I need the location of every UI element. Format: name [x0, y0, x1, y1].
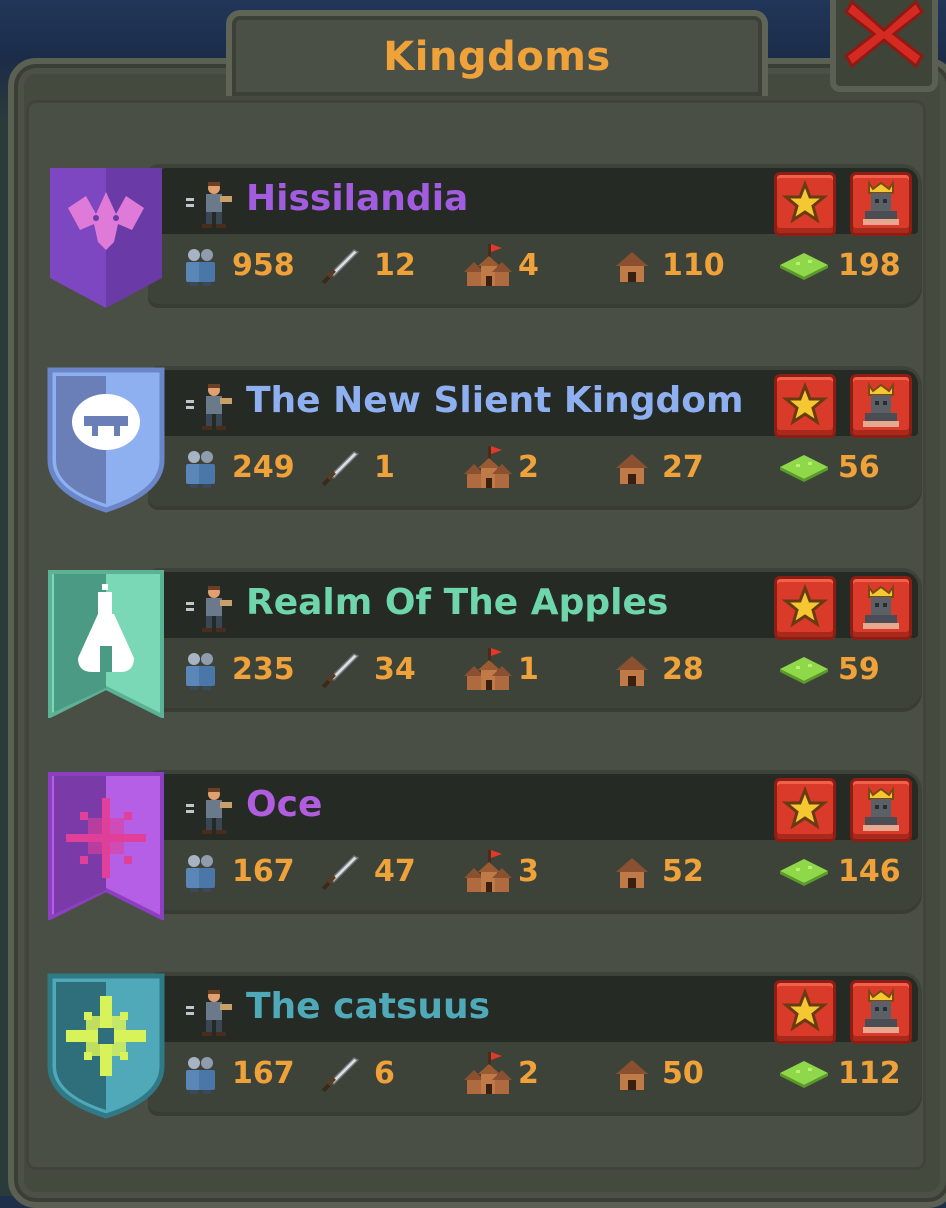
star-icon — [781, 381, 829, 426]
cities-value: 1 — [518, 652, 539, 687]
leader-figure-icon — [186, 788, 232, 834]
population-value: 958 — [232, 248, 295, 283]
kingdom-card[interactable]: Oce 167 47 3 52 146 — [48, 770, 922, 922]
kingdom-banner-icon[interactable] — [44, 562, 168, 720]
cities-value: 2 — [518, 450, 539, 485]
king-portrait-icon — [863, 179, 899, 225]
cities-value: 3 — [518, 854, 539, 889]
sword-icon — [321, 451, 360, 487]
favorite-button[interactable] — [774, 172, 836, 236]
houses-value: 28 — [662, 652, 704, 687]
king-button[interactable] — [850, 980, 912, 1044]
territory-value: 198 — [838, 248, 901, 283]
grass-tile-icon — [780, 657, 828, 684]
kingdom-card[interactable]: The New Slient Kingdom 249 1 2 27 56 — [47, 366, 922, 514]
territory-value: 112 — [838, 1056, 901, 1091]
window-title: Kingdoms — [383, 34, 611, 80]
kingdom-name[interactable]: The New Slient Kingdom — [246, 380, 744, 421]
kingdom-name[interactable]: Oce — [246, 784, 322, 825]
favorite-button[interactable] — [774, 778, 836, 842]
king-portrait-icon — [863, 785, 899, 831]
leader-figure-icon — [186, 384, 232, 430]
sword-icon — [321, 249, 360, 285]
king-button[interactable] — [850, 374, 912, 438]
army-value: 6 — [374, 1056, 395, 1091]
city-flag-icon — [464, 648, 512, 690]
king-portrait-icon — [863, 987, 899, 1033]
people-icon — [186, 653, 215, 690]
grass-tile-icon — [780, 859, 828, 886]
kingdom-banner-icon[interactable] — [44, 360, 168, 516]
kingdom-card[interactable]: Realm Of The Apples 235 34 1 28 59 — [48, 568, 922, 720]
leader-figure-icon — [186, 182, 232, 228]
king-portrait-icon — [863, 381, 899, 427]
star-icon — [781, 987, 829, 1032]
city-flag-icon — [464, 1052, 512, 1094]
grass-tile-icon — [780, 253, 828, 280]
kingdom-card[interactable]: Hissilandia 958 12 4 110 198 — [48, 164, 922, 312]
kingdom-name[interactable]: The catsuus — [246, 986, 490, 1027]
population-value: 235 — [232, 652, 295, 687]
kingdom-banner-icon[interactable] — [44, 764, 168, 922]
territory-value: 56 — [838, 450, 880, 485]
houses-value: 27 — [662, 450, 704, 485]
people-icon — [186, 249, 215, 286]
houses-value: 50 — [662, 1056, 704, 1091]
king-button[interactable] — [850, 172, 912, 236]
people-icon — [186, 855, 215, 892]
city-flag-icon — [464, 446, 512, 488]
sword-icon — [321, 1057, 360, 1093]
people-icon — [186, 1057, 215, 1094]
city-flag-icon — [464, 850, 512, 892]
king-portrait-icon — [863, 583, 899, 629]
window-title-tab: Kingdoms — [226, 10, 768, 96]
population-value: 249 — [232, 450, 295, 485]
kingdom-name[interactable]: Realm Of The Apples — [246, 582, 668, 623]
house-icon — [616, 252, 648, 282]
favorite-button[interactable] — [774, 576, 836, 640]
army-value: 47 — [374, 854, 416, 889]
territory-value: 146 — [838, 854, 901, 889]
grass-tile-icon — [780, 455, 828, 482]
favorite-button[interactable] — [774, 980, 836, 1044]
king-button[interactable] — [850, 778, 912, 842]
close-button[interactable] — [830, 0, 938, 92]
houses-value: 110 — [662, 248, 725, 283]
kingdom-name[interactable]: Hissilandia — [246, 178, 468, 219]
city-flag-icon — [464, 244, 512, 286]
cities-value: 4 — [518, 248, 539, 283]
kingdom-banner-icon[interactable] — [44, 158, 168, 314]
people-icon — [186, 451, 215, 488]
house-icon — [616, 1060, 648, 1090]
sword-icon — [321, 855, 360, 891]
kingdom-card[interactable]: The catsuus 167 6 2 50 112 — [47, 972, 922, 1120]
population-value: 167 — [232, 854, 295, 889]
population-value: 167 — [232, 1056, 295, 1091]
cities-value: 2 — [518, 1056, 539, 1091]
star-icon — [781, 785, 829, 830]
favorite-button[interactable] — [774, 374, 836, 438]
army-value: 34 — [374, 652, 416, 687]
territory-value: 59 — [838, 652, 880, 687]
leader-figure-icon — [186, 990, 232, 1036]
houses-value: 52 — [662, 854, 704, 889]
star-icon — [781, 583, 829, 628]
army-value: 1 — [374, 450, 395, 485]
army-value: 12 — [374, 248, 416, 283]
grass-tile-icon — [780, 1061, 828, 1088]
leader-figure-icon — [186, 586, 232, 632]
house-icon — [616, 656, 648, 686]
king-button[interactable] — [850, 576, 912, 640]
house-icon — [616, 454, 648, 484]
close-x-icon — [844, 0, 924, 69]
house-icon — [616, 858, 648, 888]
star-icon — [781, 179, 829, 224]
sword-icon — [321, 653, 360, 689]
kingdom-banner-icon[interactable] — [44, 966, 168, 1122]
